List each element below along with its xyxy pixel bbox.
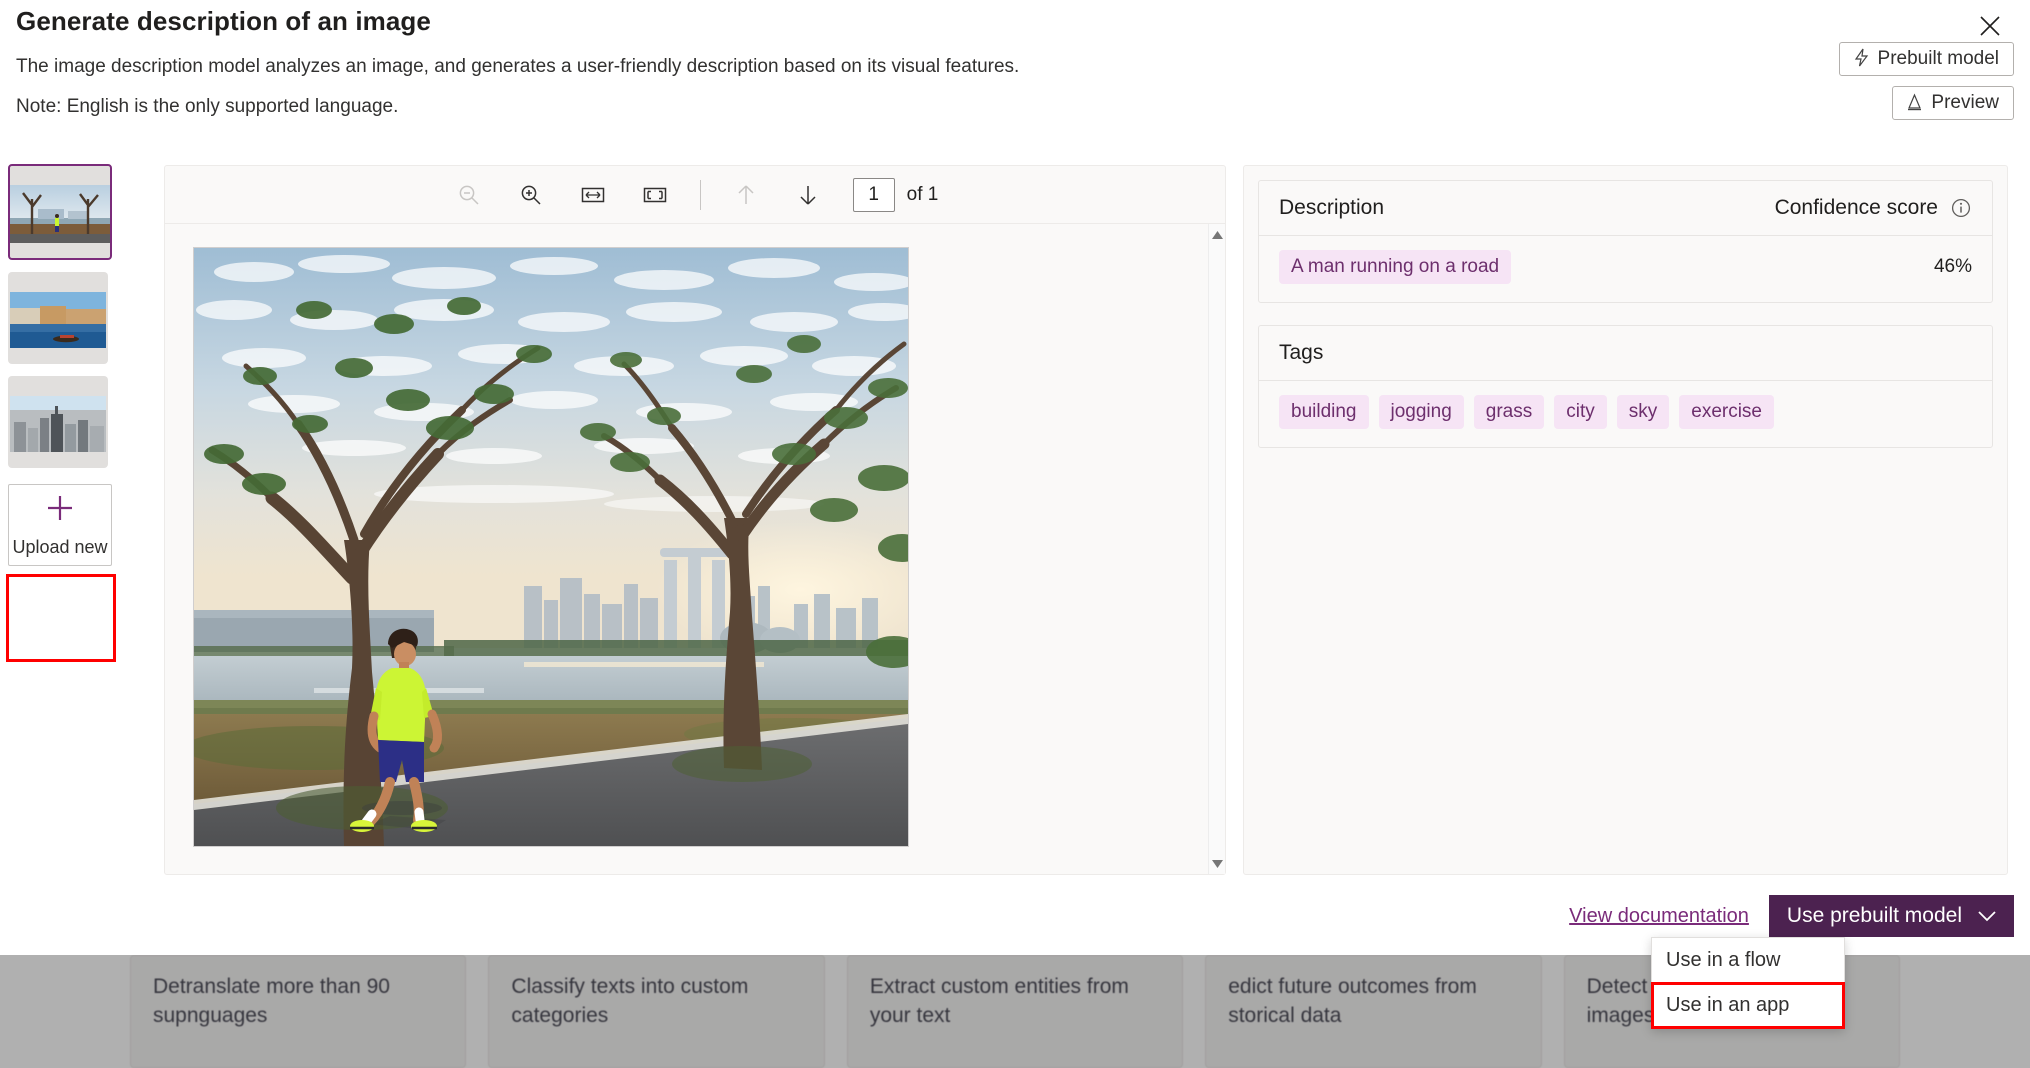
close-icon[interactable] (1968, 6, 2012, 46)
menu-item-use-in-an-app[interactable]: Use in an app (1652, 983, 1844, 1028)
use-prebuilt-model-menu: Use in a flow Use in an app (1651, 937, 1845, 1029)
lightning-icon (1854, 48, 1869, 70)
image-viewer-panel: 1 of 1 (164, 165, 1226, 875)
background-card: Detranslate more than 90 supnguages (130, 955, 466, 1068)
description-card: Description Confidence score A man runni… (1258, 180, 1993, 303)
riverside-city-thumbnail-image (10, 292, 106, 348)
upload-new-label: Upload new (12, 537, 107, 558)
tags-card-header: Tags (1259, 326, 1992, 381)
toolbar-separator (700, 180, 701, 210)
city-skyline-thumbnail-image (10, 396, 106, 452)
arrow-up-icon[interactable] (729, 178, 763, 212)
background-card: Extract custom entities from your text (847, 955, 1183, 1068)
background-card: edict future outcomes from storical data (1205, 955, 1541, 1068)
scroll-down-arrow-icon[interactable] (1209, 855, 1225, 872)
upload-new-highlight-box (6, 574, 116, 662)
results-panel: Description Confidence score A man runni… (1243, 165, 2008, 875)
confidence-score-value: 46% (1934, 256, 1972, 278)
use-prebuilt-model-button[interactable]: Use prebuilt model (1769, 895, 2014, 937)
fit-page-icon[interactable] (638, 178, 672, 212)
tags-title: Tags (1279, 341, 1323, 365)
dialog-note: Note: English is the only supported lang… (16, 96, 398, 118)
preview-badge-label: Preview (1931, 92, 1999, 114)
generate-description-dialog: Generate description of an image The ima… (0, 0, 2030, 955)
description-value-pill: A man running on a road (1279, 250, 1511, 284)
runner-thumbnail-image (10, 185, 110, 243)
chevron-down-icon (1978, 904, 1996, 928)
description-card-header: Description Confidence score (1259, 181, 1992, 236)
background-card: Classify texts into custom categories (488, 955, 824, 1068)
tags-card-body: building jogging grass city sky exercise (1259, 381, 1992, 447)
description-title: Description (1279, 196, 1384, 220)
plus-icon (45, 493, 75, 529)
tag-list: building jogging grass city sky exercise (1279, 395, 1774, 429)
viewer-toolbar: 1 of 1 (165, 166, 1225, 224)
runner-on-road-thumbnail[interactable] (8, 164, 112, 260)
arrow-down-icon[interactable] (791, 178, 825, 212)
preview-badge: Preview (1892, 86, 2014, 120)
beaker-icon (1907, 93, 1922, 114)
prebuilt-model-badge-label: Prebuilt model (1878, 48, 1999, 70)
viewer-canvas (165, 224, 1225, 874)
description-card-body: A man running on a road 46% (1259, 236, 1992, 302)
tags-card: Tags building jogging grass city sky exe… (1258, 325, 1993, 448)
viewer-vertical-scrollbar[interactable] (1208, 224, 1225, 874)
info-icon[interactable] (1950, 197, 1972, 219)
dialog-subtitle: The image description model analyzes an … (16, 56, 1019, 78)
scroll-up-arrow-icon[interactable] (1209, 226, 1225, 243)
tag-chip: exercise (1679, 395, 1774, 429)
menu-item-use-in-a-flow[interactable]: Use in a flow (1652, 938, 1844, 983)
page-title: Generate description of an image (16, 6, 431, 37)
tag-chip: sky (1617, 395, 1670, 429)
riverside-city-thumbnail[interactable] (8, 272, 108, 364)
page-total-label: of 1 (907, 184, 939, 206)
confidence-score-label: Confidence score (1775, 196, 1938, 220)
city-skyline-thumbnail[interactable] (8, 376, 108, 468)
view-documentation-link[interactable]: View documentation (1569, 905, 1749, 928)
upload-new-button[interactable]: Upload new (8, 484, 112, 566)
dialog-footer: View documentation Use prebuilt model (1569, 895, 2014, 937)
tag-chip: building (1279, 395, 1369, 429)
runner-photo (193, 247, 909, 847)
zoom-in-icon[interactable] (514, 178, 548, 212)
tag-chip: city (1554, 395, 1607, 429)
zoom-out-icon[interactable] (452, 178, 486, 212)
use-prebuilt-model-label: Use prebuilt model (1787, 904, 1962, 928)
prebuilt-model-badge: Prebuilt model (1839, 42, 2014, 76)
thumbnail-rail: Upload new (8, 164, 120, 566)
tag-chip: jogging (1379, 395, 1464, 429)
tag-chip: grass (1474, 395, 1544, 429)
page-number-input[interactable]: 1 (853, 178, 895, 212)
fit-width-icon[interactable] (576, 178, 610, 212)
